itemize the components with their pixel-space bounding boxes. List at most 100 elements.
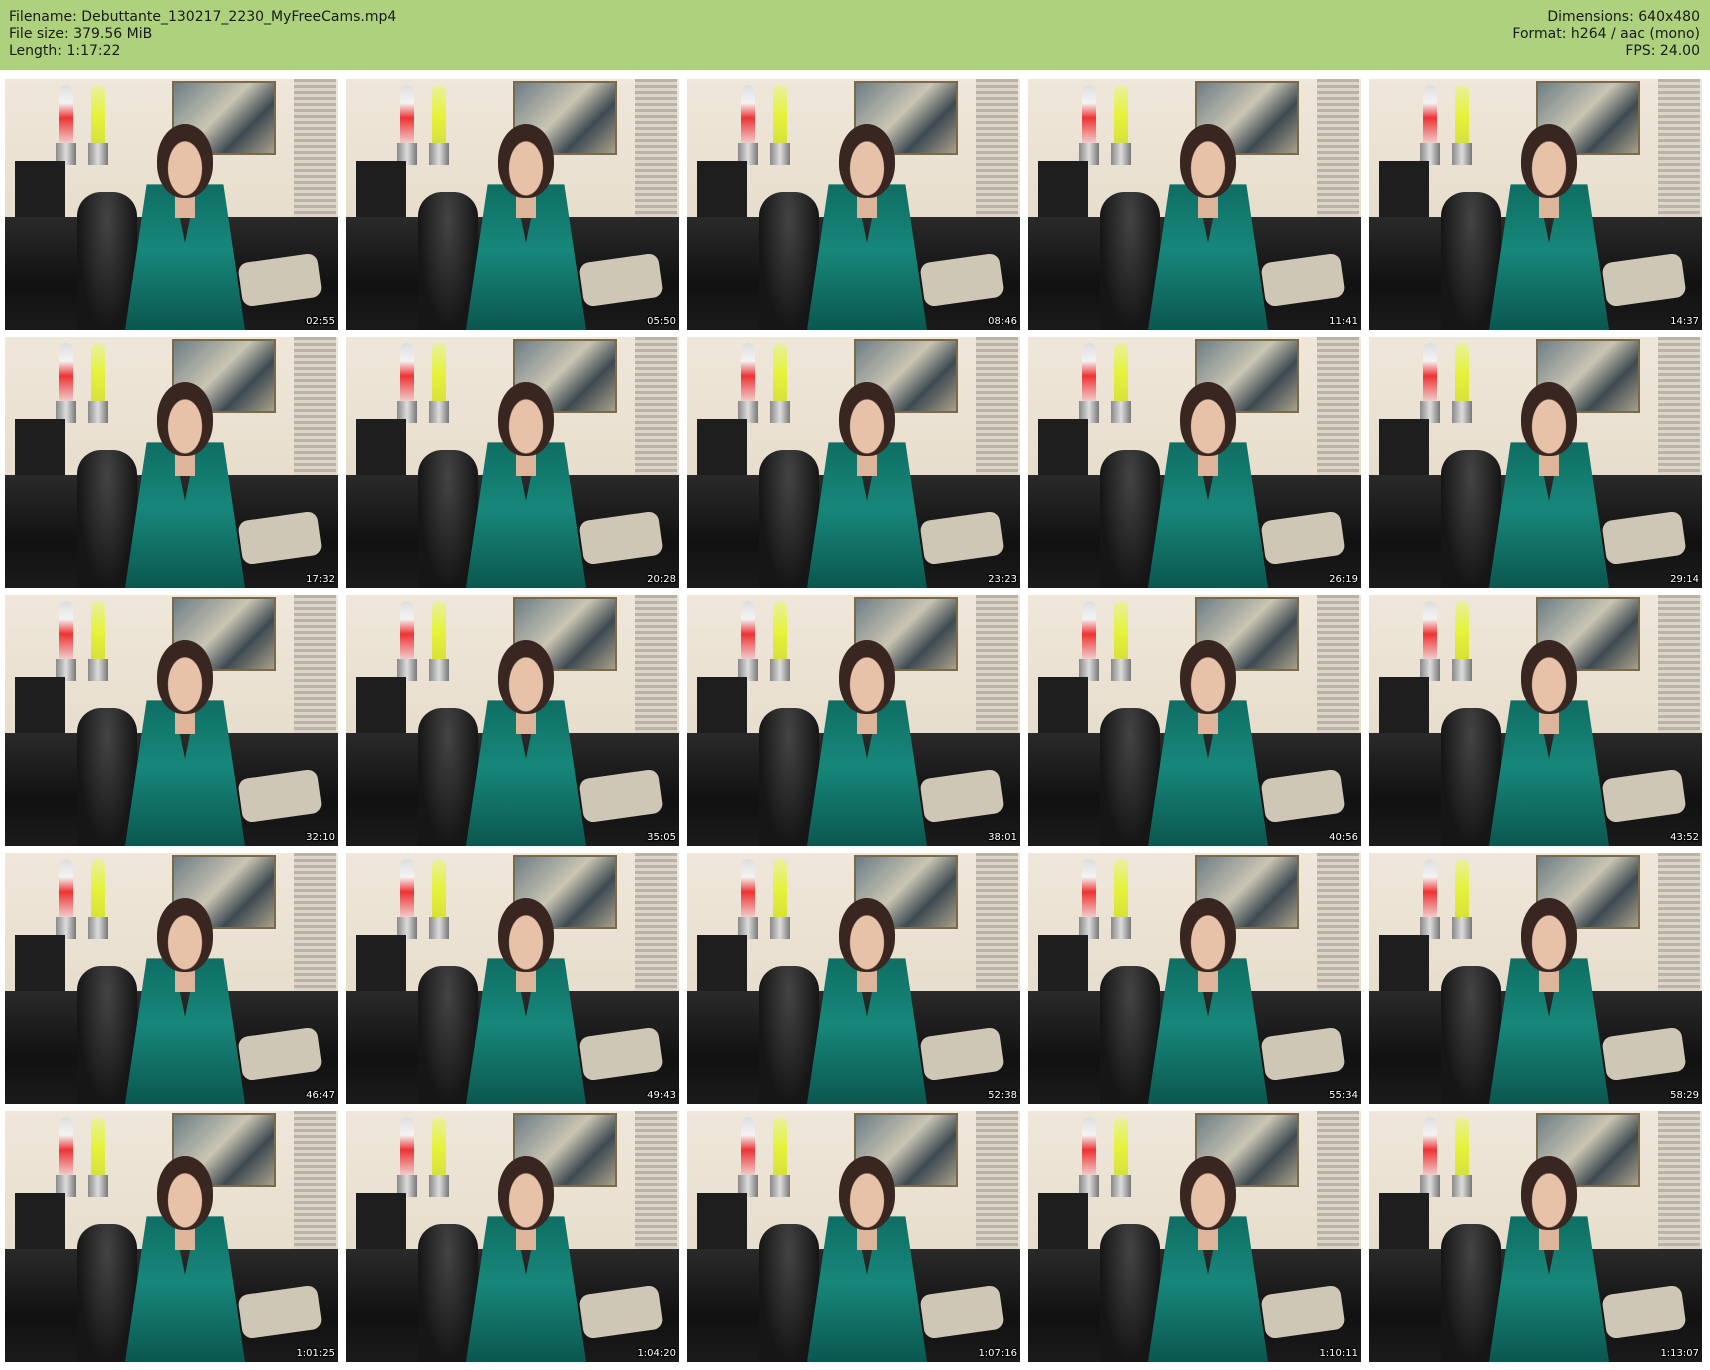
scene-blinds <box>635 79 677 220</box>
video-thumbnail: 20:28 <box>346 337 679 588</box>
scene-sofa-arm <box>77 449 137 588</box>
scene-blinds <box>1658 1111 1700 1252</box>
scene-sofa-arm <box>418 707 478 846</box>
video-thumbnail: 29:14 <box>1369 337 1702 588</box>
filename-text: Filename: Debuttante_130217_2230_MyFreeC… <box>9 9 397 25</box>
video-thumbnail: 40:56 <box>1028 595 1361 846</box>
lava-lamp-base <box>1452 1175 1472 1197</box>
scene-sofa-arm <box>1100 1223 1160 1362</box>
lava-lamp-red <box>1082 859 1096 919</box>
lava-lamp-yellow <box>91 343 105 403</box>
lava-lamp-yellow <box>1114 859 1128 919</box>
lava-lamp-base <box>770 1175 790 1197</box>
scene-sofa-arm <box>1441 1223 1501 1362</box>
lava-lamp-red <box>59 601 73 661</box>
scene-sofa-arm <box>77 965 137 1104</box>
thumbnail-timestamp: 49:43 <box>647 1090 676 1101</box>
person-head <box>1521 1156 1577 1231</box>
fps-text: FPS: 24.00 <box>1625 43 1700 59</box>
scene-sofa-arm <box>418 965 478 1104</box>
scene-sofa-arm <box>759 707 819 846</box>
lava-lamp-yellow <box>773 85 787 145</box>
lava-lamp-base <box>429 659 449 681</box>
lava-lamp-yellow <box>91 601 105 661</box>
person-head <box>498 898 554 973</box>
lava-lamp-base <box>429 1175 449 1197</box>
scene-sofa-arm <box>1441 965 1501 1104</box>
thumbnail-timestamp: 23:23 <box>988 574 1017 585</box>
lava-lamp-red <box>59 85 73 145</box>
video-thumbnail: 1:13:07 <box>1369 1111 1702 1362</box>
scene-blinds <box>1658 337 1700 478</box>
scene-sofa-arm <box>77 1223 137 1362</box>
person-head <box>839 898 895 973</box>
filesize-text: File size: 379.56 MiB <box>9 26 153 42</box>
lava-lamp-base <box>429 401 449 423</box>
lava-lamp-red <box>1423 85 1437 145</box>
video-thumbnail: 35:05 <box>346 595 679 846</box>
lava-lamp-yellow <box>432 601 446 661</box>
video-thumbnail: 55:34 <box>1028 853 1361 1104</box>
lava-lamp-yellow <box>91 85 105 145</box>
thumbnail-timestamp: 38:01 <box>988 832 1017 843</box>
lava-lamp-red <box>59 1117 73 1177</box>
person-head <box>157 640 213 715</box>
lava-lamp-red <box>741 343 755 403</box>
lava-lamp-yellow <box>1455 343 1469 403</box>
scene-blinds <box>1658 595 1700 736</box>
video-thumbnail: 05:50 <box>346 79 679 330</box>
lava-lamp-base <box>88 659 108 681</box>
person-head <box>1521 898 1577 973</box>
scene-sofa-arm <box>1441 191 1501 330</box>
video-thumbnail: 02:55 <box>5 79 338 330</box>
lava-lamp-yellow <box>432 85 446 145</box>
lava-lamp-base <box>1452 659 1472 681</box>
lava-lamp-base <box>770 143 790 165</box>
lava-lamp-base <box>1111 659 1131 681</box>
person-head <box>839 382 895 457</box>
scene-blinds <box>1317 1111 1359 1252</box>
lava-lamp-yellow <box>1114 343 1128 403</box>
thumbnail-timestamp: 1:10:11 <box>1319 1348 1358 1359</box>
scene-sofa-arm <box>1100 707 1160 846</box>
scene-sofa-arm <box>1100 965 1160 1104</box>
lava-lamp-yellow <box>1455 85 1469 145</box>
lava-lamp-yellow <box>1114 601 1128 661</box>
person-head <box>1180 1156 1236 1231</box>
lava-lamp-red <box>400 1117 414 1177</box>
video-thumbnail: 1:01:25 <box>5 1111 338 1362</box>
scene-blinds <box>976 79 1018 220</box>
lava-lamp-red <box>1423 601 1437 661</box>
lava-lamp-yellow <box>91 1117 105 1177</box>
lava-lamp-yellow <box>432 859 446 919</box>
video-thumbnail: 46:47 <box>5 853 338 1104</box>
lava-lamp-yellow <box>1455 859 1469 919</box>
scene-blinds <box>1317 595 1359 736</box>
thumbnail-timestamp: 08:46 <box>988 316 1017 327</box>
scene-blinds <box>294 1111 336 1252</box>
person-head <box>1180 640 1236 715</box>
lava-lamp-red <box>1082 601 1096 661</box>
scene-blinds <box>294 853 336 994</box>
lava-lamp-base <box>1452 143 1472 165</box>
thumbnail-timestamp: 20:28 <box>647 574 676 585</box>
lava-lamp-base <box>88 1175 108 1197</box>
video-thumbnail: 1:10:11 <box>1028 1111 1361 1362</box>
video-thumbnail: 52:38 <box>687 853 1020 1104</box>
lava-lamp-yellow <box>773 601 787 661</box>
lava-lamp-red <box>1082 1117 1096 1177</box>
scene-blinds <box>294 337 336 478</box>
scene-blinds <box>976 595 1018 736</box>
thumbnail-timestamp: 1:13:07 <box>1660 1348 1699 1359</box>
scene-sofa-arm <box>418 449 478 588</box>
video-thumbnail: 23:23 <box>687 337 1020 588</box>
person-head <box>1180 382 1236 457</box>
lava-lamp-red <box>1082 85 1096 145</box>
scene-sofa-arm <box>1441 449 1501 588</box>
lava-lamp-yellow <box>91 859 105 919</box>
lava-lamp-red <box>1082 343 1096 403</box>
lava-lamp-red <box>400 85 414 145</box>
scene-blinds <box>294 79 336 220</box>
thumbnail-timestamp: 29:14 <box>1670 574 1699 585</box>
lava-lamp-yellow <box>432 1117 446 1177</box>
